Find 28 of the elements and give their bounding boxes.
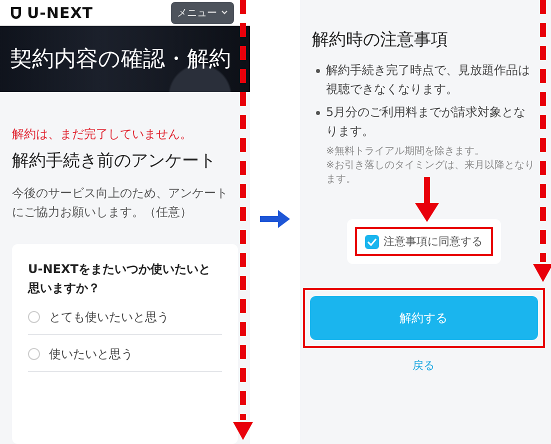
menu-button[interactable]: メニュー <box>171 2 234 24</box>
footnote-text: ※お引き落しのタイミングは、来月以降となります。 <box>326 159 535 188</box>
check-icon <box>366 238 376 246</box>
section-heading: 解約時の注意事項 <box>312 29 449 51</box>
checkbox[interactable] <box>364 234 378 249</box>
radio-button[interactable] <box>28 311 40 324</box>
description-text: 今後のサービス向上のため、アンケートにご協力お願いします。（任意） <box>12 184 229 221</box>
down-arrow <box>415 177 439 222</box>
radio-option[interactable]: とても使いたいと思う <box>28 300 222 336</box>
checkbox-label: 注意事項に同意する <box>384 234 482 250</box>
notice-text: 解約手続き完了時点で、見放題作品は視聴できなくなります。 <box>326 62 531 98</box>
survey-question: U-NEXTをまたいつか使いたいと思いますか？ <box>28 261 212 298</box>
notice-text: 5月分のご利用料までが請求対象となります。 <box>326 104 527 140</box>
bullet-icon <box>316 69 320 73</box>
radio-button[interactable] <box>28 348 40 360</box>
radio-option[interactable]: 使いたいと思う <box>28 337 222 372</box>
shield-icon <box>10 6 22 20</box>
section-heading: 解約手続き前のアンケート <box>12 150 217 172</box>
option-label: 使いたいと思う <box>49 346 133 363</box>
footnote-text: ※無料トライアル期間を除きます。 <box>326 145 486 160</box>
bullet-icon <box>316 111 320 116</box>
option-label: とても使いたいと思う <box>49 308 169 326</box>
warning-text: 解約は、まだ完了していません。 <box>12 126 193 143</box>
agree-checkbox[interactable]: 注意事項に同意する <box>364 234 482 250</box>
right-arrow-icon <box>259 209 291 229</box>
logo: U-NEXT <box>27 4 94 22</box>
page-title: 契約内容の確認・解約 <box>10 46 231 74</box>
chevron-icon <box>221 10 228 16</box>
